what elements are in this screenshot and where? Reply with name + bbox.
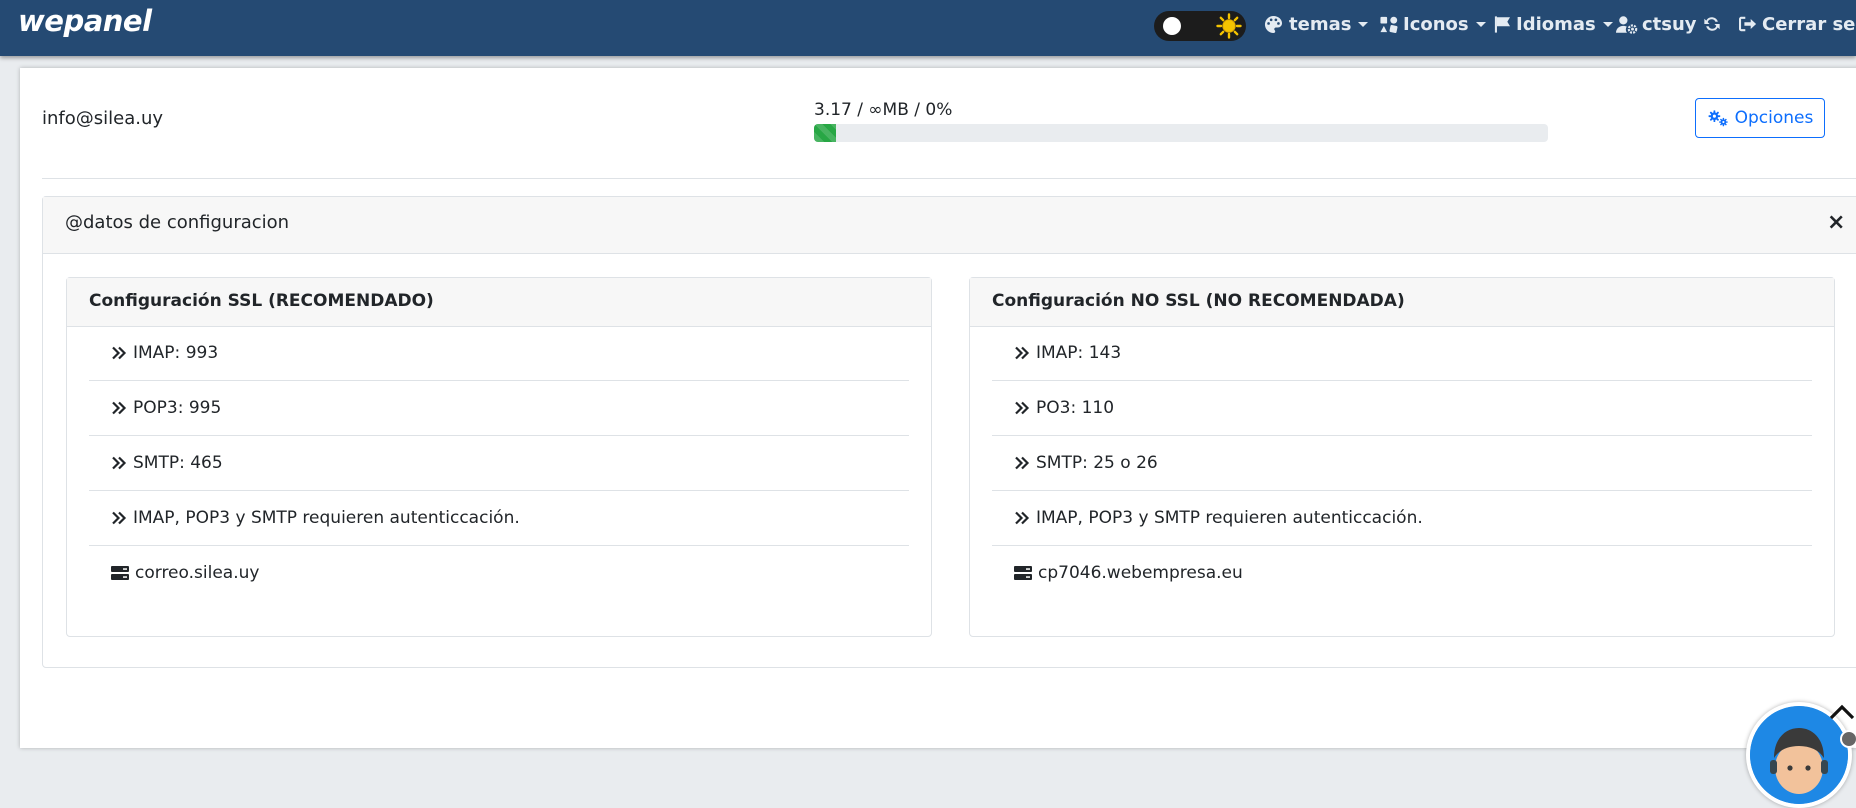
refresh-icon <box>1704 17 1720 31</box>
icons-menu-label: Iconos <box>1403 13 1469 35</box>
list-item: POP3: 995 <box>89 381 909 436</box>
palette-icon <box>1264 15 1283 33</box>
list-item: cp7046.webempresa.eu <box>992 546 1812 600</box>
port-text: IMAP, POP3 y SMTP requieren autenticcaci… <box>133 508 520 528</box>
config-panel: @datos de configuracion × Configuración … <box>42 196 1856 668</box>
ssl-config-header: Configuración SSL (RECOMENDADO) <box>67 278 931 327</box>
chevron-down-icon <box>1358 21 1369 27</box>
theme-toggle[interactable] <box>1154 11 1246 41</box>
double-chevron-right-icon <box>1015 401 1030 415</box>
double-chevron-right-icon <box>112 456 127 470</box>
server-hostname: correo.silea.uy <box>135 563 260 583</box>
list-item: IMAP, POP3 y SMTP requieren autenticcaci… <box>992 491 1812 546</box>
double-chevron-right-icon <box>112 401 127 415</box>
scroll-to-top-icon[interactable] <box>1828 700 1856 724</box>
double-chevron-right-icon <box>112 346 127 360</box>
disk-usage-bar-fill <box>814 124 837 142</box>
sign-out-icon <box>1739 16 1757 32</box>
ssl-config-title: Configuración SSL (RECOMENDADO) <box>89 291 434 311</box>
no-ssl-port-list: IMAP: 143 PO3: 110 SMTP: 25 o 26 IMAP, P… <box>992 326 1812 600</box>
server-icon <box>111 566 129 580</box>
logout-label: Cerrar sesión <box>1762 13 1856 35</box>
config-panel-header: @datos de configuracion × <box>43 197 1856 254</box>
double-chevron-right-icon <box>1015 346 1030 360</box>
toggle-knob-icon <box>1163 17 1181 35</box>
languages-menu-label: Idiomas <box>1516 13 1596 35</box>
port-text: IMAP, POP3 y SMTP requieren autenticcaci… <box>1036 508 1423 528</box>
chat-status-badge <box>1840 730 1856 748</box>
list-item: SMTP: 25 o 26 <box>992 436 1812 491</box>
flag-icon <box>1494 15 1511 33</box>
themes-menu-label: temas <box>1289 13 1352 35</box>
no-ssl-config-title: Configuración NO SSL (NO RECOMENDADA) <box>992 291 1405 311</box>
user-gear-icon <box>1616 15 1638 34</box>
icons-menu[interactable]: Iconos <box>1379 12 1486 36</box>
double-chevron-right-icon <box>112 511 127 525</box>
list-item: IMAP, POP3 y SMTP requieren autenticcaci… <box>89 491 909 546</box>
list-item: SMTP: 465 <box>89 436 909 491</box>
mail-account-card: info@silea.uy 3.17 / ∞MB / 0% Opciones @… <box>20 68 1856 748</box>
port-text: IMAP: 993 <box>133 343 219 363</box>
refresh-button[interactable] <box>1703 12 1721 36</box>
section-divider <box>42 178 1856 179</box>
no-ssl-config-header: Configuración NO SSL (NO RECOMENDADA) <box>970 278 1834 327</box>
user-menu-label: ctsuy <box>1642 13 1697 35</box>
languages-menu[interactable]: Idiomas <box>1494 12 1613 36</box>
list-item: PO3: 110 <box>992 381 1812 436</box>
user-menu[interactable]: ctsuy <box>1616 12 1697 36</box>
brand-logo[interactable]: wepanel <box>18 4 152 38</box>
logout-button[interactable]: Cerrar sesión <box>1738 12 1856 36</box>
account-email: info@silea.uy <box>42 108 164 129</box>
port-text: SMTP: 25 o 26 <box>1036 453 1158 473</box>
gears-icon <box>1708 110 1728 127</box>
chevron-down-icon <box>1475 21 1486 27</box>
options-button-label: Opciones <box>1734 108 1814 128</box>
close-icon[interactable]: × <box>1827 210 1845 235</box>
list-item: IMAP: 143 <box>992 326 1812 381</box>
icons-icon <box>1380 16 1398 33</box>
chevron-down-icon <box>1602 21 1613 27</box>
server-hostname: cp7046.webempresa.eu <box>1038 563 1243 583</box>
config-panel-title: @datos de configuracion <box>65 212 290 233</box>
no-ssl-config-card: Configuración NO SSL (NO RECOMENDADA) IM… <box>969 277 1835 637</box>
port-text: SMTP: 465 <box>133 453 223 473</box>
themes-menu[interactable]: temas <box>1264 12 1369 36</box>
options-button[interactable]: Opciones <box>1695 98 1825 138</box>
sun-icon <box>1216 13 1242 39</box>
double-chevron-right-icon <box>1015 511 1030 525</box>
list-item: correo.silea.uy <box>89 546 909 600</box>
port-text: PO3: 110 <box>1036 398 1115 418</box>
double-chevron-right-icon <box>1015 456 1030 470</box>
disk-usage-bar <box>814 124 1548 142</box>
port-text: IMAP: 143 <box>1036 343 1122 363</box>
server-icon <box>1014 566 1032 580</box>
ssl-port-list: IMAP: 993 POP3: 995 SMTP: 465 IMAP, POP3… <box>89 326 909 600</box>
port-text: POP3: 995 <box>133 398 222 418</box>
list-item: IMAP: 993 <box>89 326 909 381</box>
ssl-config-card: Configuración SSL (RECOMENDADO) IMAP: 99… <box>66 277 932 637</box>
top-navbar: wepanel temas Iconos Idiomas ctsuy Cerra… <box>0 0 1856 56</box>
disk-usage-text: 3.17 / ∞MB / 0% <box>814 100 953 120</box>
